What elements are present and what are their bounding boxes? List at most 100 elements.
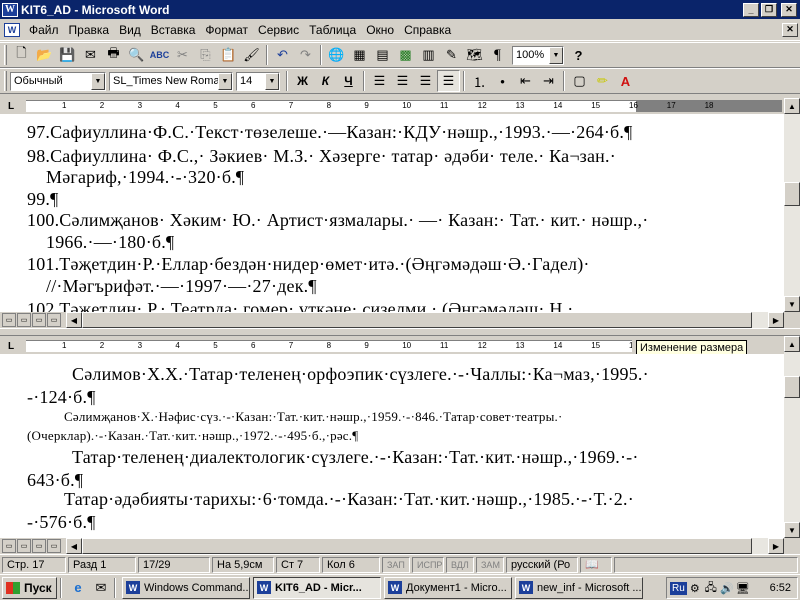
scroll-track[interactable]: ◀ ▶ (66, 538, 784, 554)
status-ovr[interactable]: ЗАМ (476, 556, 504, 573)
toolbar-grip[interactable] (4, 45, 7, 65)
print-preview-icon[interactable]: 🔍 (125, 44, 148, 66)
document-icon[interactable]: W (4, 22, 20, 37)
text-line[interactable]: 643·б.¶ (27, 470, 83, 491)
zoom-select[interactable]: 100% ▼ (512, 45, 564, 65)
copy-icon[interactable]: ⎘ (194, 44, 217, 66)
decrease-indent-icon[interactable]: ⇤ (514, 70, 537, 92)
chevron-down-icon[interactable]: ▼ (265, 72, 279, 90)
scroll-down-icon[interactable]: ▼ (784, 296, 800, 312)
borders-icon[interactable]: ▢ (568, 70, 591, 92)
print-layout-icon[interactable]: ▭ (32, 313, 46, 327)
vertical-scrollbar-bottom[interactable]: ▲ ▼ (784, 336, 800, 538)
scroll-down-icon[interactable]: ▼ (784, 522, 800, 538)
align-right-icon[interactable]: ☰ (414, 70, 437, 92)
vertical-scrollbar-top[interactable]: ▲ ▼ (784, 98, 800, 312)
help-icon[interactable]: ? (567, 44, 590, 66)
save-icon[interactable]: 💾 (56, 44, 79, 66)
tab-selector[interactable]: L (3, 99, 19, 113)
menu-format[interactable]: Формат (200, 23, 253, 37)
scroll-up-icon[interactable]: ▲ (784, 336, 800, 352)
text-line[interactable]: (Очерклар).·-·Казан.·Тат.·кит.·нәшр.,·19… (27, 428, 358, 444)
print-icon[interactable]: 🖶 (102, 44, 125, 66)
document-pane-bottom[interactable]: Сәлимов·Х.Х.·Татар·теленең·орфоэпик·сүзл… (0, 354, 784, 538)
underline-button[interactable]: Ч (337, 70, 360, 92)
text-line[interactable]: Сәлимов·Х.Х.·Татар·теленең·орфоэпик·сүзл… (72, 364, 649, 385)
text-line[interactable]: 102.Тәҗетдин· Р.· Театрда· гомер· үткәне… (27, 299, 573, 312)
cut-icon[interactable]: ✂ (171, 44, 194, 66)
internet-explorer-icon[interactable]: e (68, 578, 88, 598)
tray-network-icon[interactable]: 🖧 (703, 580, 719, 596)
chevron-down-icon[interactable]: ▼ (218, 72, 232, 90)
menu-help[interactable]: Справка (399, 23, 456, 37)
text-line[interactable]: Сәлимҗанов·Х.·Нәфис·сүз.·-·Казан:·Тат.·к… (64, 409, 562, 425)
print-layout-icon[interactable]: ▭ (32, 539, 46, 553)
scroll-thumb[interactable] (784, 376, 800, 398)
undo-icon[interactable]: ↶ (271, 44, 294, 66)
menu-insert[interactable]: Вставка (146, 23, 201, 37)
increase-indent-icon[interactable]: ⇥ (537, 70, 560, 92)
columns-icon[interactable]: ▥ (417, 44, 440, 66)
task-windows-commander[interactable]: W Windows Command... (122, 576, 250, 599)
text-line[interactable]: Мәгариф,·1994.·-·320·б.¶ (46, 167, 244, 188)
ruler-scale[interactable]: 1 2 3 4 5 6 7 8 9 10 11 12 13 14 15 16 17 18 (26, 100, 782, 112)
status-ext[interactable]: ВДЛ (446, 556, 474, 573)
menu-file[interactable]: Файл (24, 23, 64, 37)
text-line[interactable]: -·576·б.¶ (27, 512, 96, 533)
bold-button[interactable]: Ж (291, 70, 314, 92)
ruler-scale[interactable]: 12345678910111213141516 (26, 340, 632, 352)
text-line[interactable]: 99.¶ (27, 189, 58, 210)
outline-view-icon[interactable]: ▭ (47, 313, 61, 327)
task-kit6-ad[interactable]: W KIT6_AD - Micr... (253, 576, 381, 599)
start-button[interactable]: Пуск (2, 576, 57, 599)
drawing-icon[interactable]: ✎ (440, 44, 463, 66)
scroll-up-icon[interactable]: ▲ (784, 98, 800, 114)
email-icon[interactable]: ✉ (79, 44, 102, 66)
redo-icon[interactable]: ↷ (294, 44, 317, 66)
show-formatting-icon[interactable]: ¶ (486, 44, 509, 66)
numbering-icon[interactable]: ⒈ (468, 70, 491, 92)
pane-splitter[interactable] (0, 328, 800, 336)
scroll-left-icon[interactable]: ◀ (66, 538, 82, 554)
web-view-icon[interactable]: ▭ (17, 313, 31, 327)
scroll-thumb[interactable] (82, 312, 752, 328)
insert-excel-icon[interactable]: ▩ (394, 44, 417, 66)
scroll-left-icon[interactable]: ◀ (66, 312, 82, 328)
align-left-icon[interactable]: ☰ (368, 70, 391, 92)
paste-icon[interactable]: 📋 (217, 44, 240, 66)
chevron-down-icon[interactable]: ▼ (549, 46, 563, 64)
word-app-icon[interactable]: W (2, 2, 18, 17)
align-center-icon[interactable]: ☰ (391, 70, 414, 92)
close-button[interactable]: ✕ (781, 2, 797, 17)
tables-borders-icon[interactable]: ▦ (348, 44, 371, 66)
open-folder-icon[interactable]: 📂 (33, 44, 56, 66)
text-line[interactable]: //·Мәгърифәт.·—·1997·—·27·дек.¶ (46, 276, 317, 297)
task-document1[interactable]: W Документ1 - Micro... (384, 576, 512, 599)
scroll-thumb[interactable] (784, 182, 800, 206)
tray-app-icon[interactable]: ⚙ (687, 580, 703, 596)
clock[interactable]: 6:52 (770, 582, 791, 594)
scroll-right-icon[interactable]: ▶ (768, 538, 784, 554)
highlight-icon[interactable]: ✏ (591, 70, 614, 92)
menu-window[interactable]: Окно (361, 23, 399, 37)
status-language[interactable]: русский (Ро (506, 556, 578, 573)
text-line[interactable]: -·124·б.¶ (27, 387, 96, 408)
document-map-icon[interactable]: 🗺 (463, 44, 486, 66)
new-document-icon[interactable]: 🗋 (10, 44, 33, 66)
menu-table[interactable]: Таблица (304, 23, 361, 37)
tray-volume-icon[interactable]: 🔊 (719, 580, 735, 596)
text-line[interactable]: 97.Сафиуллина·Ф.С.·Текст·төзелеше.·—Каза… (27, 122, 632, 143)
bullets-icon[interactable]: • (491, 70, 514, 92)
close-document-button[interactable]: ✕ (782, 22, 798, 37)
text-line[interactable]: 98.Сафиуллина· Ф.С.,· Зәкиев· М.З.· Хәзе… (27, 146, 616, 167)
normal-view-icon[interactable]: ▭ (2, 539, 16, 553)
insert-table-icon[interactable]: ▤ (371, 44, 394, 66)
spelling-status-icon[interactable]: 📖 (580, 556, 612, 573)
document-pane-top[interactable]: 97.Сафиуллина·Ф.С.·Текст·төзелеше.·—Каза… (0, 114, 784, 312)
font-color-icon[interactable]: A (614, 70, 637, 92)
toolbar-grip[interactable] (4, 71, 7, 91)
size-select[interactable]: 14 ▼ (236, 71, 280, 91)
italic-button[interactable]: К (314, 70, 337, 92)
font-select[interactable]: SL_Times New Roman ▼ (109, 71, 233, 91)
text-line[interactable]: Татар·теленең·диалектологик·сүзлеге.·-·К… (72, 447, 639, 468)
